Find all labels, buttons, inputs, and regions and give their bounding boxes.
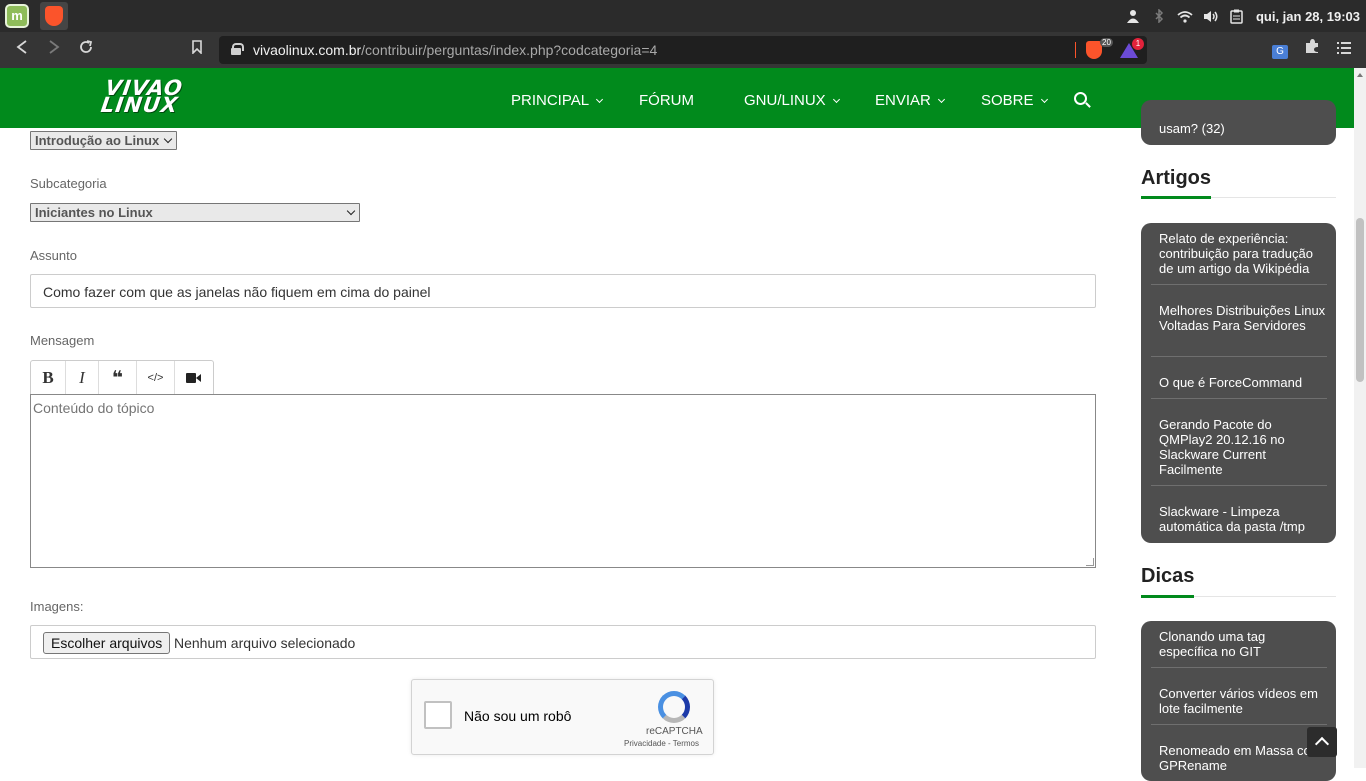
mensagem-label: Mensagem [30,333,95,348]
bold-button[interactable]: B [31,361,66,395]
artigos-card: Relato de experiência: contribuição para… [1141,223,1336,543]
search-icon[interactable] [1074,92,1087,105]
dica-item[interactable]: Converter vários vídeos em lote facilmen… [1159,686,1327,716]
page-scrollbar[interactable] [1354,68,1366,768]
back-icon[interactable] [10,38,34,62]
url-text[interactable]: vivaolinux.com.br/contribuir/perguntas/i… [253,42,657,58]
mint-menu-icon[interactable]: m [5,4,29,28]
chevron-down-icon [1040,95,1048,104]
url-separator [1075,42,1076,58]
bookmark-icon[interactable] [185,38,209,62]
nav-sobre[interactable]: SOBRE [981,92,1048,109]
volume-icon[interactable] [1198,0,1224,32]
dicas-card: Clonando uma tag específica no GIT Conve… [1141,621,1336,781]
dica-item[interactable]: Renomeado em Massa com GPRename [1159,743,1327,773]
choose-files-button[interactable]: Escolher arquivos [43,632,171,654]
shields-count-badge: 20 [1100,38,1113,47]
menu-hamburger-icon[interactable] [1332,38,1356,62]
nav-enviar[interactable]: ENVIAR [875,92,945,109]
artigos-title: Artigos [1141,167,1211,189]
resize-grip-icon[interactable] [1086,558,1094,566]
artigo-item[interactable]: Relato de experiência: contribuição para… [1159,231,1327,276]
recaptcha-checkbox[interactable] [424,701,452,729]
artigo-separator [1151,284,1327,285]
rewards-count-badge: 1 [1132,38,1144,50]
nav-principal[interactable]: PRINCIPAL [511,92,604,109]
sidebar-top-partial-item[interactable]: usam? (32) [1159,121,1327,136]
lock-icon[interactable] [231,43,244,55]
video-camera-icon [186,373,202,383]
mensagem-textarea[interactable]: Conteúdo do tópico [30,394,1096,568]
bluetooth-icon[interactable] [1146,0,1172,32]
select-chevron-icon [346,206,356,216]
artigo-item[interactable]: Melhores Distribuições Linux Voltadas Pa… [1159,303,1327,333]
artigo-separator [1151,398,1327,399]
artigo-item[interactable]: Slackware - Limpeza automática da pasta … [1159,504,1327,534]
subcategoria-select[interactable]: Iniciantes no Linux [30,203,360,222]
reload-icon[interactable] [74,38,98,62]
recaptcha-label: Não sou um robô [464,708,572,724]
artigo-separator [1151,356,1327,357]
italic-button[interactable]: I [66,361,99,395]
assunto-label: Assunto [30,248,77,263]
artigo-item[interactable]: Gerando Pacote do QMPlay2 20.12.16 no Sl… [1159,417,1327,477]
assunto-input[interactable]: Como fazer com que as janelas não fiquem… [30,274,1096,308]
vivaolinux-logo[interactable]: VIVAO LINUX [99,76,196,118]
recaptcha-brand: reCAPTCHA [646,726,703,737]
artigo-item[interactable]: O que é ForceCommand [1159,375,1327,390]
editor-toolbar: B I ❝ </> [30,360,214,395]
clipboard-icon[interactable] [1224,0,1250,32]
dica-separator [1151,667,1327,668]
artigos-title-accent [1141,196,1211,199]
address-bar[interactable]: vivaolinux.com.br/contribuir/perguntas/i… [219,36,1147,64]
translate-extension-icon[interactable]: G [1268,38,1292,62]
sidebar-top-card: usam? (32) [1141,100,1336,145]
system-clock[interactable]: qui, jan 28, 19:03 [1250,9,1366,24]
subcategoria-label: Subcategoria [30,176,107,191]
system-tray: qui, jan 28, 19:03 [1120,0,1366,32]
user-icon[interactable] [1120,0,1146,32]
recaptcha-logo-icon [658,691,690,723]
chevron-down-icon [937,95,945,104]
extensions-puzzle-icon[interactable] [1300,38,1324,62]
nav-forum[interactable]: FÓRUM [639,92,694,109]
nav-gnu-linux[interactable]: GNU/LINUX [744,92,840,109]
forward-icon[interactable] [42,38,66,62]
chevron-down-icon [596,95,604,104]
recaptcha-widget: Não sou um robô reCAPTCHA Privacidade - … [411,679,714,755]
file-status-text: Nenhum arquivo selecionado [174,635,356,651]
categoria-select[interactable]: Introdução ao Linux [30,131,177,150]
wifi-icon[interactable] [1172,0,1198,32]
dica-separator [1151,724,1327,725]
imagens-file-input[interactable]: Escolher arquivos Nenhum arquivo selecio… [30,625,1096,659]
imagens-label: Imagens: [30,599,84,614]
chevron-down-icon [832,95,840,104]
video-camera-button[interactable] [175,361,213,395]
artigo-separator [1151,485,1327,486]
dicas-title: Dicas [1141,565,1195,587]
dicas-title-accent [1141,595,1194,598]
quote-button[interactable]: ❝ [99,361,137,395]
scrollbar-thumb[interactable] [1356,218,1364,382]
mensagem-placeholder: Conteúdo do tópico [33,400,155,416]
brave-taskbar-icon[interactable] [40,2,68,30]
code-button[interactable]: </> [137,361,175,395]
recaptcha-links[interactable]: Privacidade - Termos [624,739,699,748]
select-chevron-icon [163,134,173,144]
scroll-up-arrow-icon[interactable] [1357,73,1363,77]
browser-toolbar: vivaolinux.com.br/contribuir/perguntas/i… [0,32,1366,68]
back-to-top-button[interactable] [1307,727,1337,757]
os-top-panel: m qui, jan 28, 19:03 [0,0,1366,32]
dica-item[interactable]: Clonando uma tag específica no GIT [1159,629,1327,659]
